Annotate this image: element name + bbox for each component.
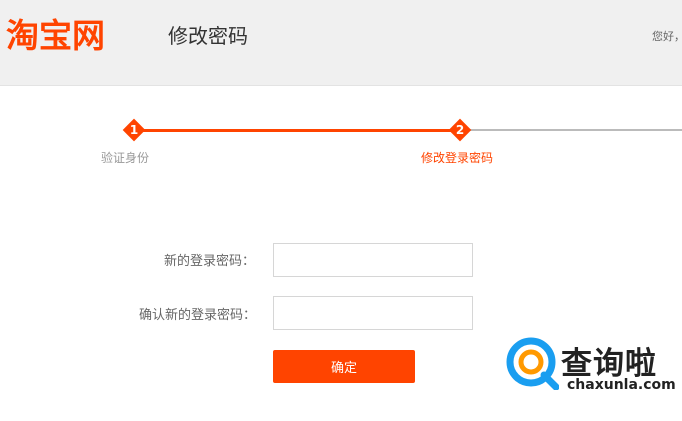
watermark: 查询啦 chaxunla.com: [505, 336, 677, 406]
step-2-marker: 2: [448, 118, 472, 142]
step-1-number: 1: [129, 123, 139, 137]
new-password-input[interactable]: [273, 243, 473, 277]
confirm-password-input[interactable]: [273, 296, 473, 330]
step-1-marker: 1: [122, 118, 146, 142]
watermark-domain-text: chaxunla.com: [567, 377, 676, 393]
new-password-label: 新的登录密码：: [164, 254, 256, 269]
taobao-logo[interactable]: 淘宝网: [6, 14, 105, 58]
magnifier-logo-icon: [506, 337, 559, 390]
page-header: 淘宝网 修改密码 您好，: [0, 0, 682, 86]
confirm-button[interactable]: 确定: [273, 350, 415, 383]
page-title: 修改密码: [168, 24, 248, 48]
step-2-label: 修改登录密码: [421, 151, 494, 165]
progress-line-completed: [134, 129, 461, 132]
step-1-label: 验证身份: [101, 151, 150, 165]
progress-line-pending: [461, 129, 682, 131]
step-2-number: 2: [455, 123, 465, 137]
user-greeting: 您好，: [652, 30, 682, 43]
confirm-password-label: 确认新的登录密码：: [139, 308, 257, 323]
